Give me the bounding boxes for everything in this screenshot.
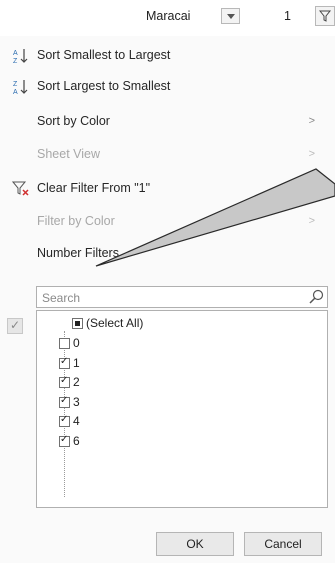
sort-by-color-label: Sort by Color	[37, 114, 110, 128]
svg-text:Z: Z	[13, 58, 18, 65]
list-item-label: 4	[73, 414, 80, 428]
autofilter-menu: A Z Sort Smallest to Largest Z A Sort La…	[0, 36, 335, 563]
list-item-label: 2	[73, 375, 80, 389]
list-item-label: 3	[73, 395, 80, 409]
sheet-view-item: Sheet View >	[0, 142, 335, 168]
list-item-checkbox[interactable]	[59, 338, 70, 349]
number-filters-item[interactable]: Number Filters	[0, 241, 335, 267]
dropdown-button[interactable]	[221, 8, 240, 24]
sort-ascending-item[interactable]: A Z Sort Smallest to Largest	[0, 43, 335, 69]
list-item-checkbox[interactable]	[59, 414, 70, 427]
list-item-label: 1	[73, 356, 80, 370]
select-all-label: (Select All)	[86, 316, 144, 330]
svg-text:A: A	[13, 50, 18, 57]
search-box[interactable]	[36, 286, 328, 308]
search-input[interactable]	[40, 288, 294, 308]
filter-by-color-item: Filter by Color >	[0, 209, 335, 235]
list-item-checkbox[interactable]	[59, 375, 70, 388]
clear-filter-icon	[12, 181, 29, 196]
search-icon	[309, 289, 324, 304]
submenu-arrow-icon: >	[308, 148, 315, 160]
number-filters-label: Number Filters	[37, 246, 119, 260]
submenu-arrow-icon: >	[308, 215, 315, 227]
filter-icon	[319, 10, 332, 22]
sort-ascending-label: Sort Smallest to Largest	[37, 48, 171, 62]
cell-number-text: 1	[284, 9, 291, 23]
svg-text:Z: Z	[13, 81, 18, 88]
clear-filter-item[interactable]: Clear Filter From "1"	[0, 176, 335, 202]
submenu-arrow-icon: >	[308, 115, 315, 127]
svg-text:A: A	[13, 89, 18, 96]
sheet-view-label: Sheet View	[37, 147, 101, 161]
list-item-label: 0	[73, 336, 80, 350]
clear-filter-label: Clear Filter From "1"	[37, 181, 151, 195]
sort-descending-icon: Z A	[13, 80, 28, 96]
list-item-checkbox[interactable]	[59, 434, 70, 447]
select-all-checkbox[interactable]	[72, 318, 83, 329]
cancel-button[interactable]: Cancel	[244, 532, 322, 556]
column-header-bar: Maracai 1	[0, 0, 335, 36]
list-item-label: 6	[73, 434, 80, 448]
sort-descending-item[interactable]: Z A Sort Largest to Smallest	[0, 74, 335, 100]
list-item-checkbox[interactable]	[59, 395, 70, 408]
list-item-checkbox[interactable]	[59, 356, 70, 369]
cell-value-text: Maracai	[146, 9, 191, 23]
side-checkbox: ✓	[7, 318, 23, 334]
sort-ascending-icon: A Z	[13, 49, 28, 65]
filter-by-color-label: Filter by Color	[37, 214, 115, 228]
ok-button[interactable]: OK	[156, 532, 234, 556]
filter-dropdown-button[interactable]	[315, 6, 335, 26]
sort-by-color-item[interactable]: Sort by Color >	[0, 109, 335, 135]
sort-descending-label: Sort Largest to Smallest	[37, 79, 171, 93]
chevron-down-icon	[227, 14, 235, 19]
